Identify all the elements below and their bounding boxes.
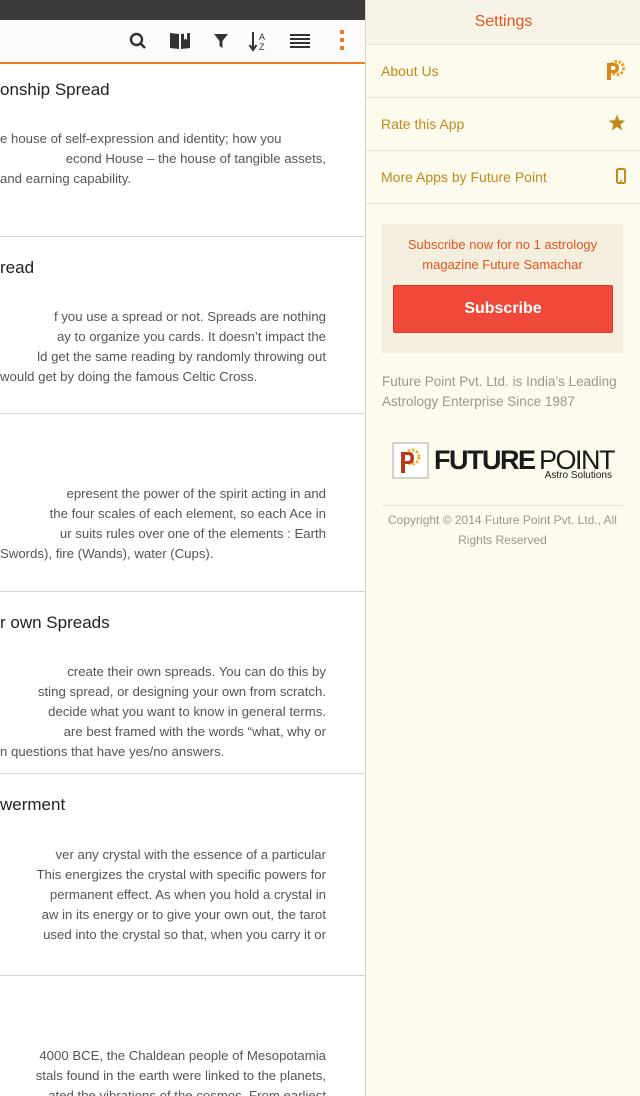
subscribe-box: Subscribe now for no 1 astrology magazin… [382,224,623,353]
future-point-icon [604,59,626,84]
section-title: read [0,258,35,277]
toolbar: AZ [0,20,365,64]
content-list: onship Spread e house of self-expression… [0,64,365,1096]
future-point-logo: FUTURE POINT Astro Solutions [392,440,617,482]
menu-item-rate-app[interactable]: Rate this App [366,98,640,151]
book-icon[interactable] [167,28,193,54]
section-text: create their own spreads. You can do thi… [0,664,326,759]
list-item[interactable]: 4000 BCE, the Chaldean people of Mesopot… [0,976,365,1096]
settings-title: Settings [366,0,640,45]
phone-icon [616,167,626,187]
section-text: ver any crystal with the essence of a pa… [36,847,326,942]
divider [382,505,623,506]
svg-text:FUTURE: FUTURE [434,445,535,475]
section-text: e house of self-expression and identity;… [0,131,326,186]
menu-item-label: About Us [381,63,439,79]
search-icon[interactable] [125,28,151,54]
section-title: onship Spread [0,80,110,99]
status-bar [0,0,365,20]
menu-item-label: Rate this App [381,116,465,132]
subscribe-text: Subscribe now for no 1 astrology magazin… [407,237,598,272]
copyright-text: Copyright © 2014 Future Point Pvt. Ltd.,… [388,513,617,547]
svg-text:Astro Solutions: Astro Solutions [545,470,612,481]
filter-icon[interactable] [208,28,234,54]
list-item[interactable]: read f you use a spread or not. Spreads … [0,237,365,414]
section-title: werment [0,795,66,814]
list-icon[interactable] [287,28,313,54]
company-description: Future Point Pvt. Ltd. is India’s Leadin… [382,374,617,409]
svg-text:Z: Z [259,42,265,52]
section-text: f you use a spread or not. Spreads are n… [0,309,326,384]
subscribe-button[interactable]: Subscribe [393,285,613,333]
section-title: r own Spreads [0,613,110,632]
svg-text:A: A [259,32,265,42]
section-text: 4000 BCE, the Chaldean people of Mesopot… [35,1048,326,1096]
list-item[interactable]: werment ver any crystal with the essence… [0,774,365,976]
menu-item-about-us[interactable]: About Us [366,45,640,98]
star-icon [608,114,626,135]
list-item[interactable]: epresent the power of the spirit acting … [0,414,365,592]
section-text: epresent the power of the spirit acting … [0,486,326,561]
menu-item-more-apps[interactable]: More Apps by Future Point [366,151,640,204]
menu-item-label: More Apps by Future Point [381,169,547,185]
sort-az-icon[interactable]: AZ [246,28,272,54]
settings-drawer: Settings About Us Rate this App More App… [365,0,640,1096]
overflow-menu-icon[interactable] [329,28,355,54]
list-item[interactable]: onship Spread e house of self-expression… [0,64,365,237]
list-item[interactable]: r own Spreads create their own spreads. … [0,592,365,774]
